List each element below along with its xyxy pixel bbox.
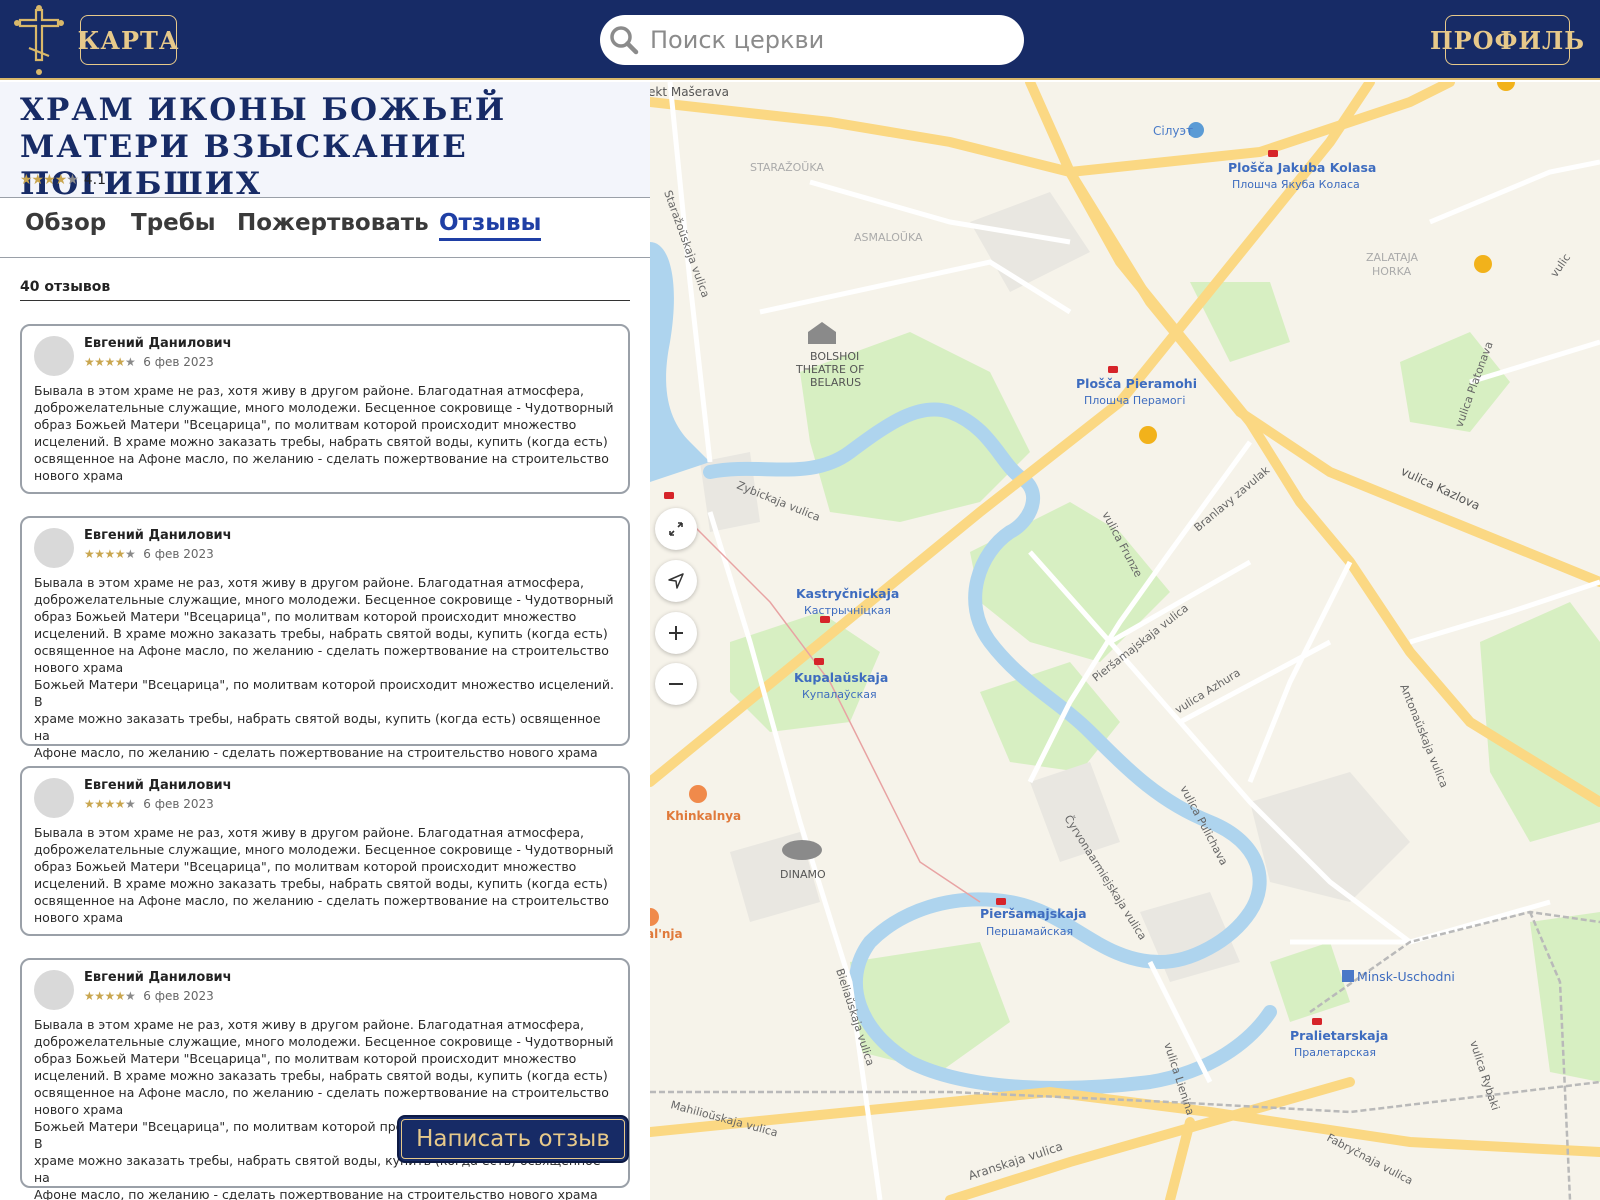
profile-button[interactable]: ПРОФИЛЬ [1430,15,1584,65]
map-label: Пралетарская [1294,1046,1376,1059]
rating-value: 4.1 [83,172,107,188]
review-stars: ★★★★★ [84,989,136,1003]
review-date: 6 фев 2023 [143,797,214,811]
map-canvas[interactable]: ekt Mašerava Сілуэт Plošča Jakuba Kolasa… [650,82,1600,1200]
write-review-button[interactable]: Написать отзыв [397,1115,629,1163]
map-label: Branlavy zavulak [1192,463,1273,534]
review-stars: ★★★★★ [84,547,136,561]
review-meta: ★★★★★ 6 фев 2023 [84,547,214,561]
map-label: STARAŽOŬKA [750,161,824,174]
plus-icon [669,626,683,640]
map-label: Antonaŭskaja vulica [1397,682,1450,789]
church-search[interactable] [600,15,1024,65]
map-label: al'nja [650,927,683,941]
map-label: vulica Rybaki [1467,1039,1502,1112]
map-label: Kastryčnickaja [796,586,899,601]
map-label: Першамайская [986,925,1073,938]
review-date: 6 фев 2023 [143,355,214,369]
navigation-arrow-icon [668,573,684,589]
map-label: BOLSHOI [810,350,859,363]
fullscreen-button[interactable] [655,508,697,550]
zoom-out-button[interactable] [655,663,697,705]
review-stars: ★★★★★ [84,797,136,811]
map-label: ASMALOŬKA [854,231,923,244]
church-title: Храм иконы Божьей Матери Взыскание Погиб… [20,92,507,202]
review-card: Евгений Данилович ★★★★★ 6 фев 2023 Бывала… [20,324,630,494]
review-text: Бывала в этом храме не раз, хотя живу в … [34,825,614,925]
search-input[interactable] [650,26,990,54]
map-label: Pieršamajskaja [980,906,1087,921]
review-meta: ★★★★★ 6 фев 2023 [84,797,214,811]
map-label: Pralietarskaja [1290,1028,1388,1043]
map-label: Khinkalnya [666,809,741,823]
map-label: Плошча Якуба Коласа [1232,178,1360,191]
expand-icon [669,522,683,536]
map-label: ZALATAJA [1366,251,1419,264]
tab-overview[interactable]: Обзор [25,210,106,236]
tab-reviews[interactable]: Отзывы [439,210,542,241]
church-rating: ★★★★★ 4.1 [20,172,106,188]
map-button[interactable]: КАРТА [78,15,178,65]
map-label: ekt Mašerava [650,85,729,99]
tab-donate[interactable]: Пожертвовать [237,210,429,236]
avatar[interactable] [34,778,74,818]
map-label: THEATRE OF [795,363,864,376]
review-author: Евгений Данилович [84,970,232,985]
orthodox-cross-logo [14,5,64,75]
map-label: BELARUS [810,376,861,389]
map-label: Плошча Перамогі [1084,394,1185,407]
review-meta: ★★★★★ 6 фев 2023 [84,355,214,369]
tab-services[interactable]: Требы [131,210,216,236]
zoom-in-button[interactable] [655,612,697,654]
review-author: Евгений Данилович [84,528,232,543]
map-label: Купалаўская [802,688,877,701]
review-text: Бывала в этом храме не раз, хотя живу в … [34,1017,614,1200]
locate-button[interactable] [655,560,697,602]
map-label: Кастрычніцкая [804,604,891,617]
review-author: Евгений Данилович [84,336,232,351]
review-meta: ★★★★★ 6 фев 2023 [84,989,214,1003]
map-label: Plošča Jakuba Kolasa [1228,160,1376,175]
church-details-panel: Храм иконы Божьей Матери Взыскание Погиб… [0,82,650,1200]
map-label: Minsk-Uschodni [1357,969,1455,984]
review-stars: ★★★★★ [84,355,136,369]
map-label: vulic [1548,251,1573,279]
avatar[interactable] [34,336,74,376]
map-label: DINAMO [780,868,826,881]
tab-bar: Обзор Требы Пожертвовать Отзывы [0,198,650,258]
reviews-count: 40 отзывов [20,279,630,301]
map-label: Kupalaŭskaja [794,670,888,685]
review-text: Бывала в этом храме не раз, хотя живу в … [34,575,614,760]
review-card: Евгений Данилович ★★★★★ 6 фев 2023 Бывала… [20,516,630,760]
review-card: Евгений Данилович ★★★★★ 6 фев 2023 Бывала… [20,766,630,936]
review-date: 6 фев 2023 [143,989,214,1003]
church-header: Храм иконы Божьей Матери Взыскание Погиб… [0,82,650,202]
search-icon [610,26,639,55]
rating-stars: ★★★★★ [20,172,79,188]
review-text: Бывала в этом храме не раз, хотя живу в … [34,383,614,483]
avatar[interactable] [34,970,74,1010]
city-map[interactable]: ekt Mašerava Сілуэт Plošča Jakuba Kolasa… [650,82,1600,1200]
review-author: Евгений Данилович [84,778,232,793]
avatar[interactable] [34,528,74,568]
review-date: 6 фев 2023 [143,547,214,561]
map-label: Plošča Pieramohi [1076,376,1197,391]
map-label: HORKA [1372,265,1412,278]
map-label: Сілуэт [1153,124,1193,138]
top-bar: КАРТА ПРОФИЛЬ [0,0,1600,80]
minus-icon [669,683,683,685]
